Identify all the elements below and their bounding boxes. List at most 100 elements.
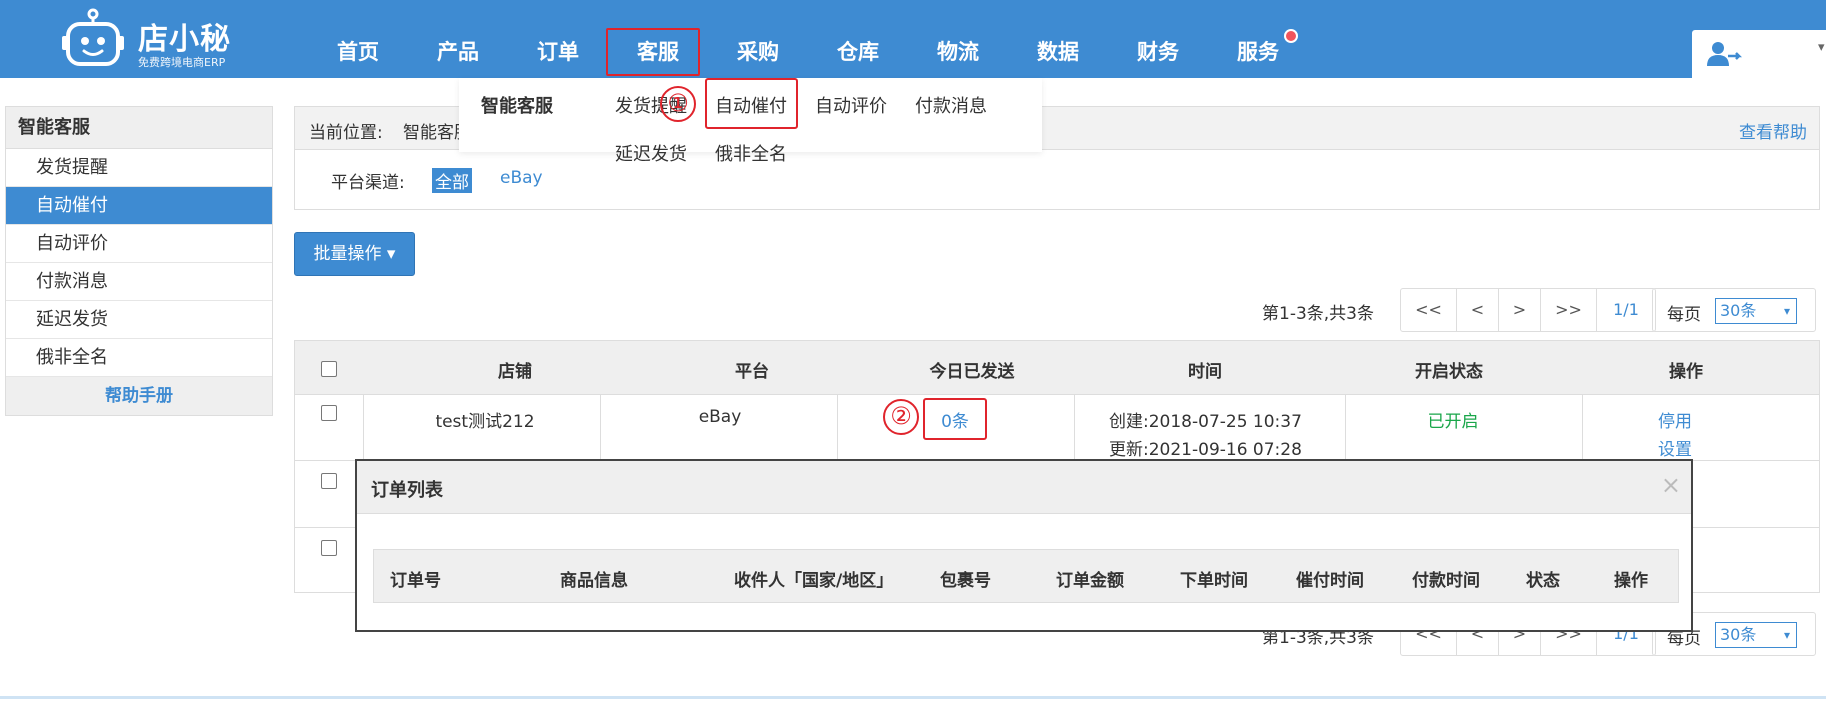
- sidebar-item-auto-payment-reminder[interactable]: 自动催付: [6, 187, 272, 225]
- col-status: 开启状态: [1415, 362, 1483, 382]
- pager-buttons: << < > >> 1/1: [1400, 288, 1656, 332]
- col-payment-time: 付款时间: [1412, 571, 1480, 591]
- nav-customer-service[interactable]: 客服: [608, 0, 708, 78]
- help-manual-link[interactable]: 帮助手册: [6, 377, 272, 415]
- sidebar-item-payment-message[interactable]: 付款消息: [6, 263, 272, 301]
- column-divider: [600, 395, 601, 461]
- pager-current-page: 1/1: [1613, 300, 1639, 319]
- modal-header: 订单列表 ×: [357, 461, 1691, 514]
- disable-link[interactable]: 停用: [1645, 407, 1705, 432]
- per-page-select[interactable]: 30条 ▾: [1715, 622, 1797, 648]
- col-actions: 操作: [1669, 362, 1703, 382]
- left-sidebar: 智能客服 发货提醒 自动催付 自动评价 付款消息 延迟发货 俄非全名 帮助手册: [5, 106, 273, 416]
- chevron-down-icon: ▾: [1818, 40, 1825, 55]
- col-status: 状态: [1526, 571, 1560, 591]
- row-checkbox[interactable]: [321, 405, 337, 421]
- per-page-select[interactable]: 30条 ▾: [1715, 298, 1797, 324]
- column-divider: [363, 395, 364, 461]
- col-order-no: 订单号: [390, 571, 441, 591]
- annotation-step-two: ②: [883, 399, 919, 435]
- nav-warehouse[interactable]: 仓库: [808, 0, 908, 78]
- logo[interactable]: 店小秘 免费跨境电商ERP: [62, 8, 252, 70]
- col-recipient-country: 收件人「国家/地区」: [734, 571, 894, 591]
- dropdown-item-auto-review[interactable]: 自动评价: [815, 92, 887, 118]
- nav-orders[interactable]: 订单: [508, 0, 608, 78]
- col-store: 店铺: [498, 362, 532, 382]
- order-list-modal: 订单列表 × 订单号 商品信息 收件人「国家/地区」 包裹号 订单金额 下单时间…: [355, 459, 1693, 632]
- platform-name: eBay: [698, 407, 742, 427]
- column-divider: [837, 395, 838, 461]
- col-platform: 平台: [735, 362, 769, 382]
- nav-data[interactable]: 数据: [1008, 0, 1108, 78]
- pager-next-button[interactable]: >: [1499, 289, 1541, 331]
- column-divider: [1582, 395, 1583, 461]
- dropdown-item-delayed-shipping[interactable]: 延迟发货: [615, 140, 687, 166]
- status-enabled: 已开启: [1427, 412, 1479, 432]
- batch-operation-button[interactable]: 批量操作 ▾: [294, 232, 415, 276]
- nav-logistics[interactable]: 物流: [908, 0, 1008, 78]
- bottom-divider: [0, 696, 1826, 699]
- view-help-link[interactable]: 查看帮助: [1739, 118, 1807, 143]
- table-row: test测试212 eBay 0条 ② 创建:2018-07-25 10:37 …: [295, 395, 1819, 461]
- column-divider: [1345, 395, 1346, 461]
- col-actions: 操作: [1614, 571, 1648, 591]
- channel-all-option[interactable]: 全部: [432, 168, 472, 193]
- user-icon: [1707, 42, 1742, 66]
- channel-label: 平台渠道:: [331, 173, 405, 193]
- chevron-down-icon: ▾: [1783, 304, 1790, 318]
- nav-finance[interactable]: 财务: [1108, 0, 1208, 78]
- pager-prev-button[interactable]: <: [1457, 289, 1499, 331]
- per-page-control: 每页 30条 ▾: [1652, 288, 1816, 332]
- col-reminder-time: 催付时间: [1296, 571, 1364, 591]
- table-header: 店铺 平台 今日已发送 时间 开启状态 操作: [295, 341, 1819, 395]
- dropdown-item-russia-full-name[interactable]: 俄非全名: [715, 140, 787, 166]
- per-page-label: 每页: [1667, 305, 1701, 325]
- column-divider: [1074, 395, 1075, 461]
- nav-purchasing[interactable]: 采购: [708, 0, 808, 78]
- select-all-checkbox[interactable]: [321, 361, 337, 377]
- settings-link[interactable]: 设置: [1645, 435, 1705, 460]
- main-nav: 首页 产品 订单 客服 采购 仓库 物流 数据 财务 服务: [308, 0, 1308, 78]
- sidebar-item-auto-review[interactable]: 自动评价: [6, 225, 272, 263]
- logo-name: 店小秘: [138, 22, 231, 57]
- col-package-no: 包裹号: [940, 571, 991, 591]
- customer-service-dropdown: 智能客服 发货提醒 自动催付 自动评价 付款消息 延迟发货 俄非全名: [459, 78, 1042, 165]
- updated-time: 更新:2021-09-16 07:28: [1109, 440, 1302, 460]
- row-checkbox[interactable]: [321, 540, 337, 556]
- col-order-time: 下单时间: [1180, 571, 1248, 591]
- created-time: 创建:2018-07-25 10:37: [1109, 412, 1302, 432]
- row-checkbox[interactable]: [321, 473, 337, 489]
- pager-last-button[interactable]: >>: [1541, 289, 1597, 331]
- store-name: test测试212: [435, 412, 535, 432]
- pager-info: 第1-3条,共3条: [1262, 304, 1374, 324]
- sidebar-item-shipping-reminder[interactable]: 发货提醒: [6, 149, 272, 187]
- col-product-info: 商品信息: [560, 571, 628, 591]
- per-page-value: 30条: [1720, 625, 1757, 644]
- close-icon[interactable]: ×: [1661, 471, 1681, 499]
- breadcrumb-label: 当前位置:: [309, 123, 383, 143]
- channel-ebay-option[interactable]: eBay: [500, 168, 543, 188]
- nav-products[interactable]: 产品: [408, 0, 508, 78]
- col-time: 时间: [1188, 362, 1222, 382]
- sidebar-item-delayed-shipping[interactable]: 延迟发货: [6, 301, 272, 339]
- per-page-value: 30条: [1720, 301, 1757, 320]
- modal-title: 订单列表: [371, 480, 443, 501]
- col-order-amount: 订单金额: [1056, 571, 1124, 591]
- nav-home[interactable]: 首页: [308, 0, 408, 78]
- pager-first-button[interactable]: <<: [1401, 289, 1457, 331]
- pager-top: 第1-3条,共3条 << < > >> 1/1 每页 30条 ▾: [1262, 288, 1822, 332]
- robot-logo-icon: [62, 8, 124, 66]
- logo-tagline: 免费跨境电商ERP: [138, 56, 226, 69]
- sidebar-header: 智能客服: [6, 107, 272, 149]
- col-sent-today: 今日已发送: [929, 362, 1015, 382]
- dropdown-title: 智能客服: [481, 96, 553, 117]
- annotation-step-one: ①: [660, 86, 696, 122]
- notification-dot: [1284, 29, 1298, 43]
- dropdown-item-auto-payment-reminder[interactable]: 自动催付: [715, 92, 787, 118]
- sent-today-count-link[interactable]: 0条: [923, 407, 987, 432]
- sidebar-item-russia-full-name[interactable]: 俄非全名: [6, 339, 272, 377]
- chevron-down-icon: ▾: [1783, 628, 1790, 642]
- dropdown-item-payment-message[interactable]: 付款消息: [915, 92, 987, 118]
- user-menu[interactable]: ▾: [1692, 30, 1826, 78]
- platform-channel-filter: 平台渠道: 全部 eBay: [294, 150, 1820, 210]
